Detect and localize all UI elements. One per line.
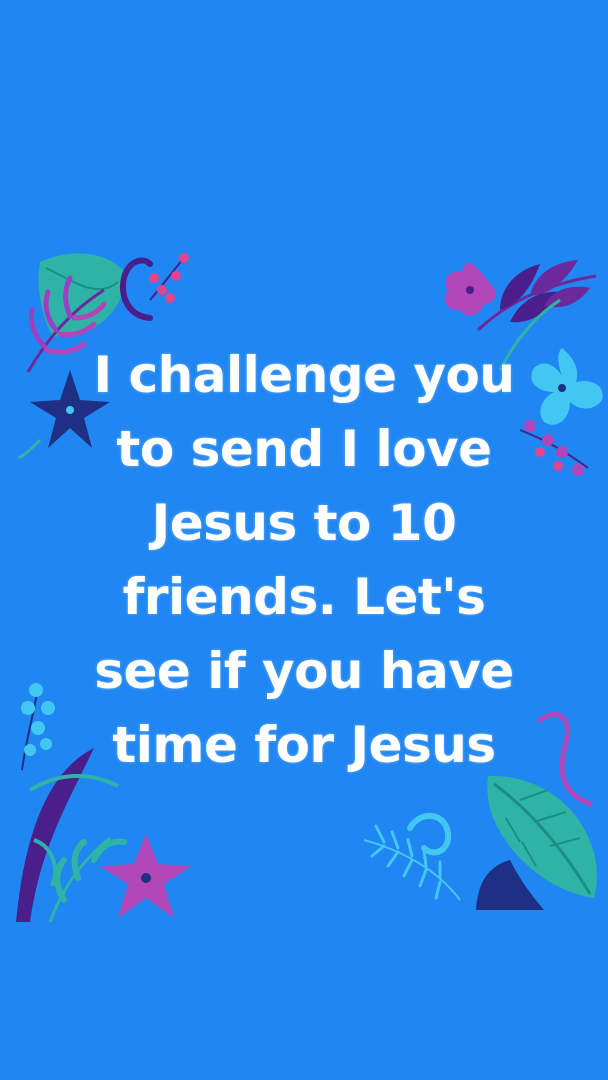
- message-line: Jesus to 10: [151, 494, 457, 552]
- swirl-icon: [120, 257, 153, 321]
- message-line: friends. Let's: [122, 568, 486, 626]
- teal-fern-icon: [48, 836, 127, 923]
- message-line: to send I love: [116, 420, 492, 478]
- teal-fern-icon: [363, 812, 461, 901]
- challenge-message: I challenge you to send I love Jesus to …: [40, 338, 568, 782]
- magenta-flower-icon: [444, 262, 496, 316]
- magenta-flower-icon: [100, 834, 192, 918]
- berry-sprig-icon: [149, 253, 189, 303]
- message-line: I challenge you: [93, 346, 515, 404]
- greeting-card: I challenge you to send I love Jesus to …: [0, 0, 608, 1080]
- message-line: time for Jesus: [112, 716, 496, 774]
- message-line: see if you have: [94, 642, 514, 700]
